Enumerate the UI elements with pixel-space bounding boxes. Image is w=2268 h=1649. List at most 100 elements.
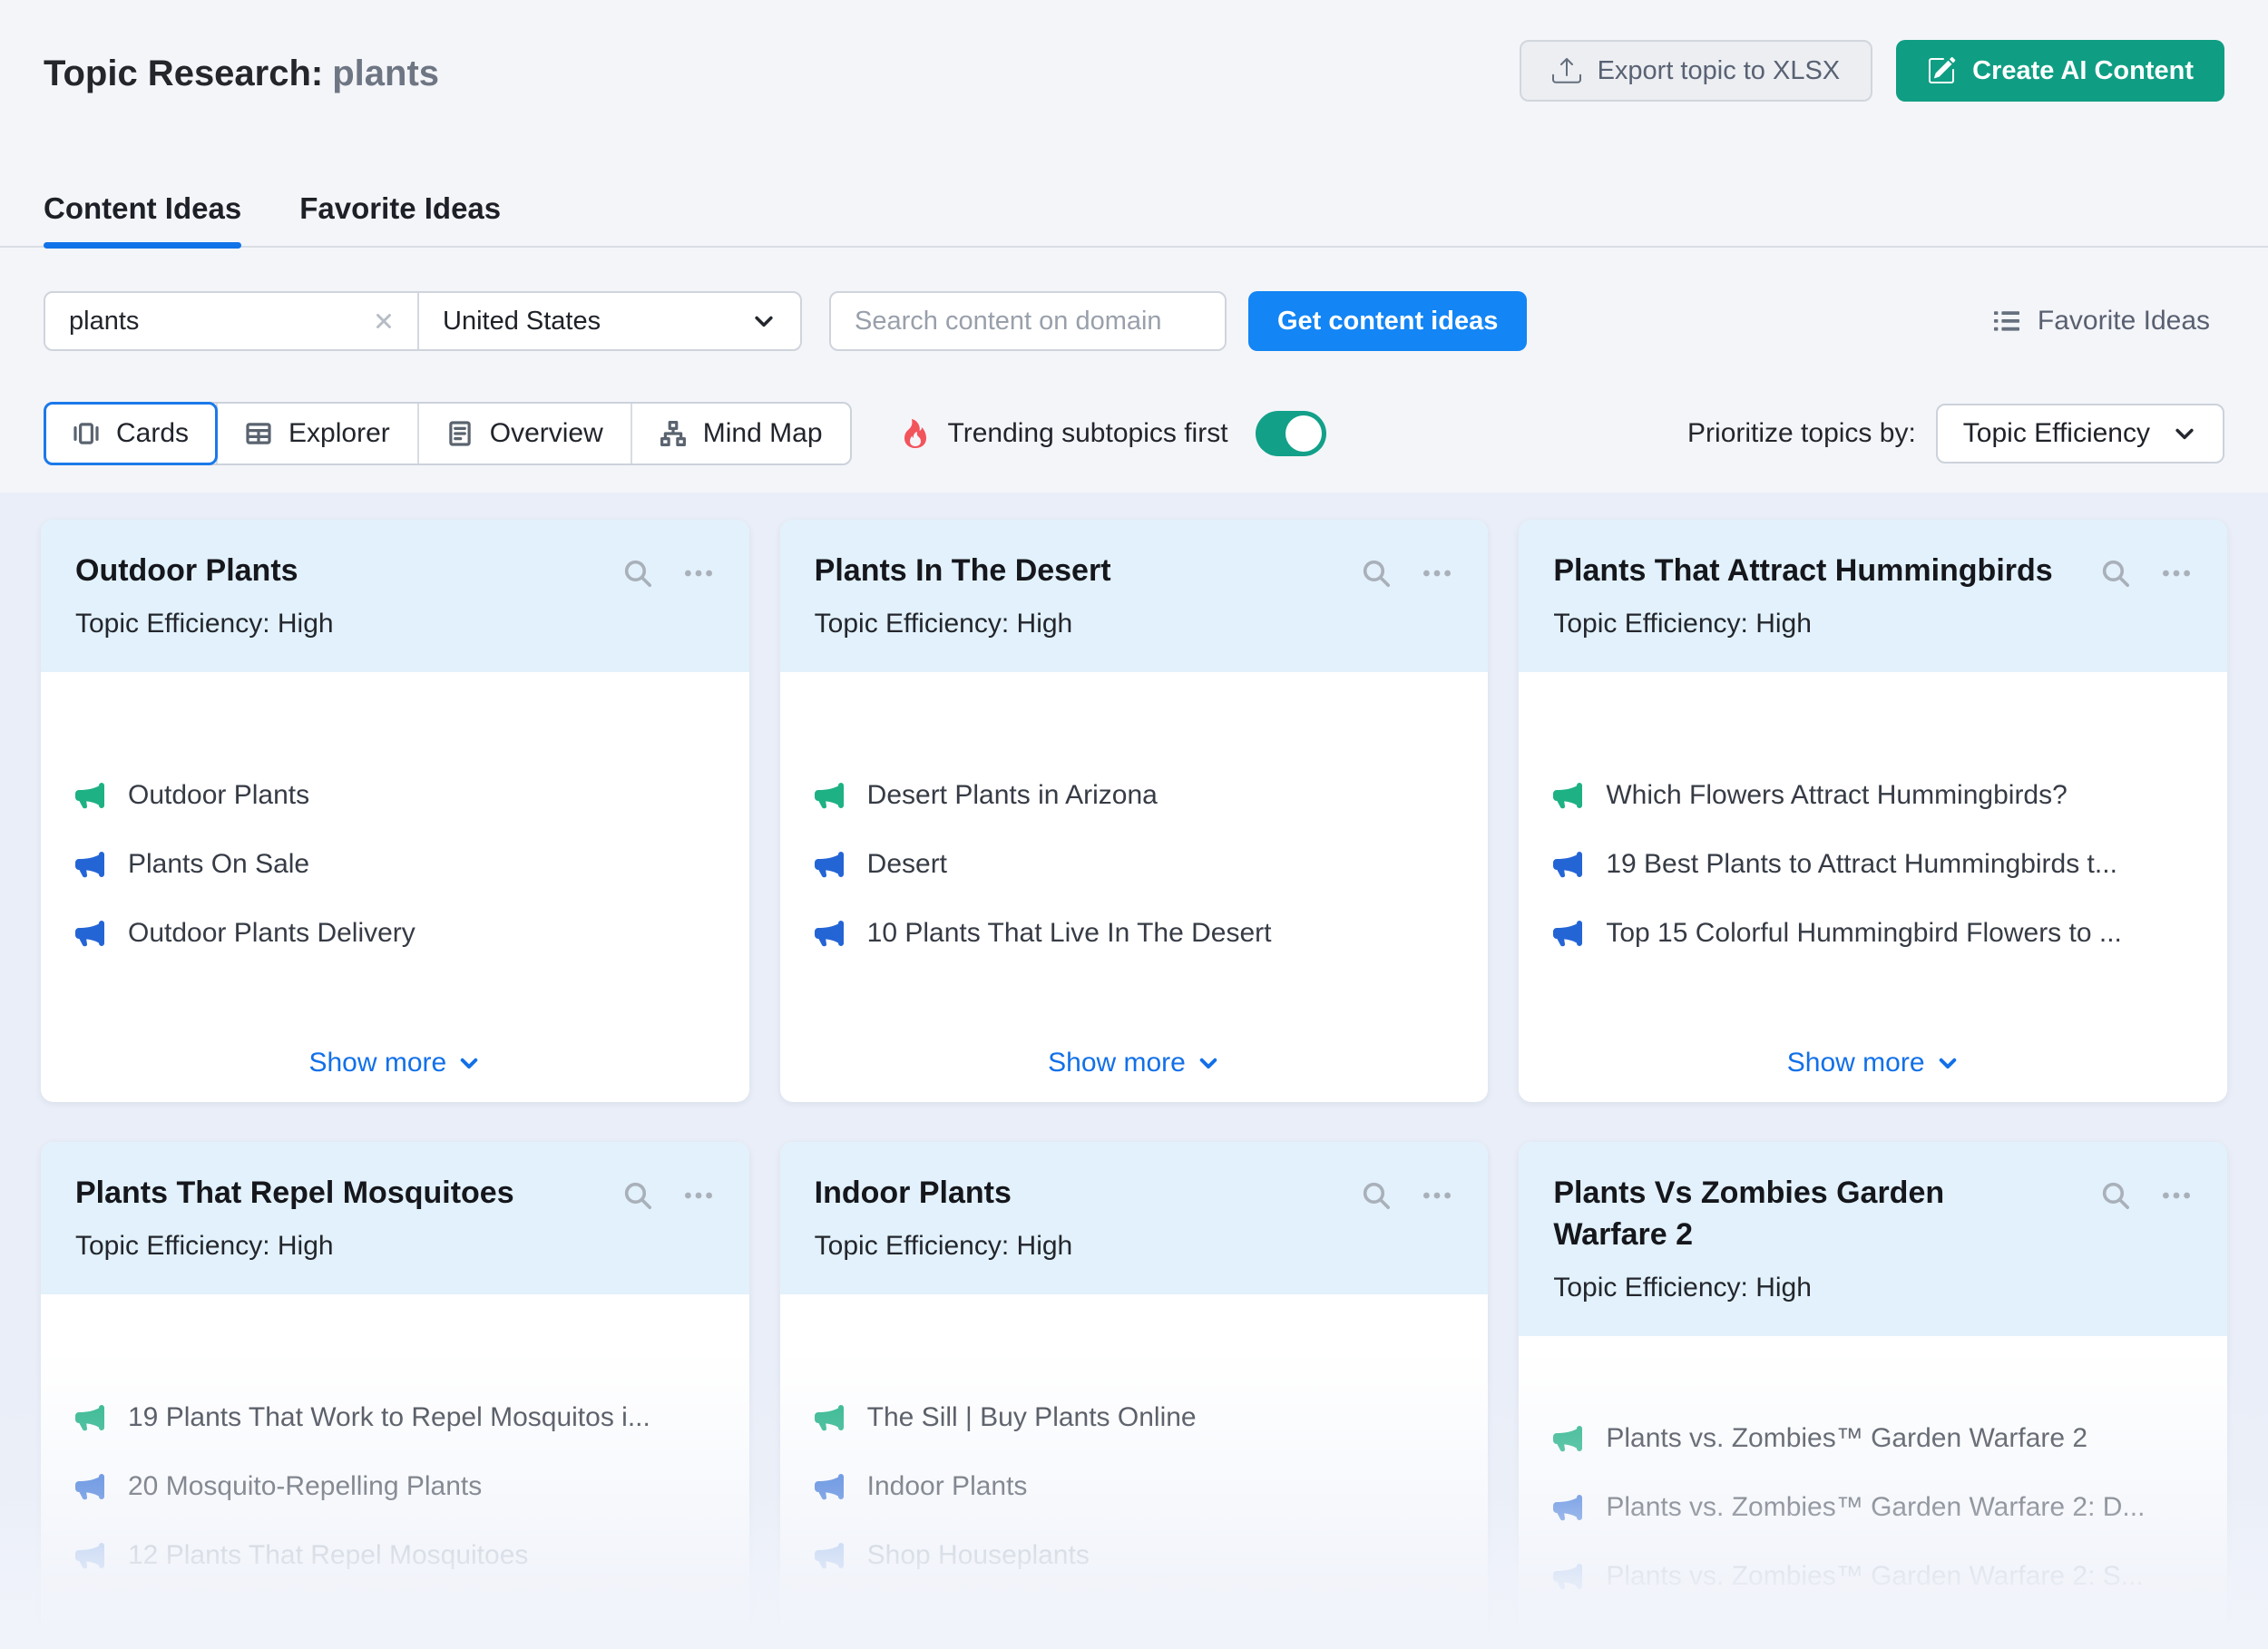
tab-favorite-ideas[interactable]: Favorite Ideas: [299, 191, 501, 248]
show-more-link[interactable]: Show more: [308, 1048, 481, 1078]
content-ideas-section: Outdoor Plants Topic Efficiency: High: [0, 493, 2268, 1649]
export-xlsx-button[interactable]: Export topic to XLSX: [1520, 40, 1873, 102]
prioritize-select-value: Topic Efficiency: [1963, 418, 2150, 449]
subtopic-item-label: Top 15 Colorful Hummingbird Flowers to .…: [1606, 918, 2122, 949]
card-header: Plants That Repel Mosquitoes Topic Effic…: [41, 1142, 749, 1294]
subtopic-item-label: Indoor Plants: [867, 1471, 1028, 1502]
subtopic-item: Indoor Plants: [815, 1471, 1454, 1502]
cards-icon: [73, 420, 100, 447]
subtopic-item-label: Plants vs. Zombies™ Garden Warfare 2: [1606, 1423, 2087, 1454]
subtopic-item: Shop Houseplants: [815, 1540, 1454, 1571]
topic-card-plants-vs-zombies-garden-warfare-2: Plants Vs Zombies Garden Warfare 2 Topic…: [1519, 1142, 2227, 1649]
subtopic-item: Plants vs. Zombies™ Garden Warfare 2: D.…: [1553, 1492, 2193, 1523]
subtopic-item-label: The Sill | Buy Plants Online: [867, 1402, 1197, 1433]
flame-icon: [901, 419, 930, 448]
trending-subtopics-label: Trending subtopics first: [948, 418, 1228, 449]
card-body: Plants vs. Zombies™ Garden Warfare 2 Pla…: [1519, 1336, 2227, 1649]
subtopic-item-label: 19 Plants That Work to Repel Mosquitos i…: [128, 1402, 650, 1433]
domain-search-input[interactable]: [829, 291, 1227, 351]
view-explorer-button[interactable]: Explorer: [218, 404, 419, 463]
search-icon[interactable]: [622, 1180, 653, 1211]
view-cards-button[interactable]: Cards: [45, 404, 218, 463]
subtopic-item-label: 10 Plants That Live In The Desert: [867, 918, 1272, 949]
cards-grid: Outdoor Plants Topic Efficiency: High: [41, 520, 2227, 1649]
subtopic-item-label: 12 Plants That Repel Mosquitoes: [128, 1540, 528, 1571]
top-bar: Topic Research:plants Export topic to XL…: [0, 0, 2268, 465]
subtopic-item: Desert: [815, 849, 1454, 880]
trending-subtopics-toggle[interactable]: [1256, 411, 1326, 456]
ellipsis-icon[interactable]: [1421, 558, 1453, 589]
country-select[interactable]: United States: [419, 293, 800, 349]
show-more-label: Show more: [1787, 1048, 1925, 1078]
card-title: Plants That Attract Hummingbirds: [1553, 551, 2052, 592]
show-more-label: Show more: [308, 1048, 446, 1078]
favorite-ideas-label: Favorite Ideas: [2038, 306, 2210, 337]
topic-card-outdoor-plants: Outdoor Plants Topic Efficiency: High: [41, 520, 749, 1102]
card-title: Outdoor Plants: [75, 551, 298, 592]
topic-efficiency: Topic Efficiency: High: [815, 609, 1454, 639]
pencil-square-icon: [1927, 56, 1956, 85]
subtopic-item: Plants vs. Zombies™ Garden Warfare 2: S.…: [1553, 1561, 2193, 1592]
tab-content-ideas[interactable]: Content Ideas: [44, 191, 241, 248]
ellipsis-icon[interactable]: [1421, 1180, 1453, 1211]
ellipsis-icon[interactable]: [2160, 558, 2193, 589]
view-mind-map-label: Mind Map: [703, 418, 823, 449]
card-body: The Sill | Buy Plants Online Indoor Plan…: [780, 1294, 1489, 1649]
trending-subtopics-control: Trending subtopics first: [901, 411, 1326, 456]
subtopic-item-label: Plants vs. Zombies™ Garden Warfare 2: D.…: [1606, 1492, 2145, 1523]
create-ai-content-button[interactable]: Create AI Content: [1896, 40, 2224, 102]
chevron-down-icon: [457, 1051, 481, 1075]
subtopic-item-label: Plants On Sale: [128, 849, 309, 880]
mind-map-icon: [660, 420, 687, 447]
card-header: Plants In The Desert Topic Efficiency: H…: [780, 520, 1489, 672]
view-overview-button[interactable]: Overview: [419, 404, 632, 463]
view-explorer-label: Explorer: [288, 418, 390, 449]
ellipsis-icon[interactable]: [682, 558, 715, 589]
prioritize-label: Prioritize topics by:: [1687, 418, 1916, 449]
table-icon: [245, 420, 272, 447]
subtopic-item-label: 20 Mosquito-Repelling Plants: [128, 1471, 482, 1502]
get-content-ideas-button[interactable]: Get content ideas: [1248, 291, 1527, 351]
filter-row: United States Get content ideas Favorite…: [44, 291, 2224, 351]
subtopic-item: Desert Plants in Arizona: [815, 780, 1454, 811]
prioritize-control: Prioritize topics by: Topic Efficiency: [1687, 404, 2224, 463]
card-body: Which Flowers Attract Hummingbirds? 19 B…: [1519, 672, 2227, 1102]
topic-query-group: United States: [44, 291, 802, 351]
ellipsis-icon[interactable]: [682, 1180, 715, 1211]
view-mind-map-button[interactable]: Mind Map: [632, 404, 850, 463]
search-icon[interactable]: [1361, 1180, 1392, 1211]
subtopic-item: Outdoor Plants Delivery: [75, 918, 715, 949]
card-title: Plants In The Desert: [815, 551, 1111, 592]
search-icon[interactable]: [1361, 558, 1392, 589]
card-header: Indoor Plants Topic Efficiency: High: [780, 1142, 1489, 1294]
card-body: Outdoor Plants Plants On Sale Outdoor Pl…: [41, 672, 749, 1102]
topic-query-input[interactable]: [67, 306, 361, 337]
card-title: Indoor Plants: [815, 1173, 1012, 1215]
page-title-query: plants: [332, 54, 439, 93]
search-icon[interactable]: [622, 558, 653, 589]
favorite-ideas-link[interactable]: Favorite Ideas: [1992, 306, 2210, 337]
subtopic-item-label: Shop Houseplants: [867, 1540, 1090, 1571]
topic-research-page: { "header": { "title_prefix": "Topic Res…: [0, 0, 2268, 1642]
page-title-prefix: Topic Research:: [44, 54, 323, 93]
topic-efficiency: Topic Efficiency: High: [1553, 609, 2193, 639]
show-more-link[interactable]: Show more: [1787, 1048, 1960, 1078]
search-icon[interactable]: [2100, 1180, 2131, 1211]
list-icon: [1992, 307, 2021, 336]
subtopic-item: Which Flowers Attract Hummingbirds?: [1553, 780, 2193, 811]
subtopic-item: Plants vs. Zombies™ Garden Warfare 2: [1553, 1423, 2193, 1454]
show-more-link[interactable]: Show more: [1048, 1048, 1220, 1078]
close-icon[interactable]: [372, 309, 396, 333]
view-overview-label: Overview: [490, 418, 603, 449]
subtopic-item-label: Outdoor Plants: [128, 780, 309, 811]
country-select-value: United States: [443, 307, 601, 337]
subtopic-item: 19 Plants That Work to Repel Mosquitos i…: [75, 1402, 715, 1433]
subtopic-item: Outdoor Plants: [75, 780, 715, 811]
topic-query-field[interactable]: [45, 293, 417, 349]
prioritize-select[interactable]: Topic Efficiency: [1936, 404, 2224, 463]
ellipsis-icon[interactable]: [2160, 1180, 2193, 1211]
search-icon[interactable]: [2100, 558, 2131, 589]
chevron-down-icon: [1936, 1051, 1960, 1075]
card-header: Outdoor Plants Topic Efficiency: High: [41, 520, 749, 672]
subtopic-item: Plants On Sale: [75, 849, 715, 880]
